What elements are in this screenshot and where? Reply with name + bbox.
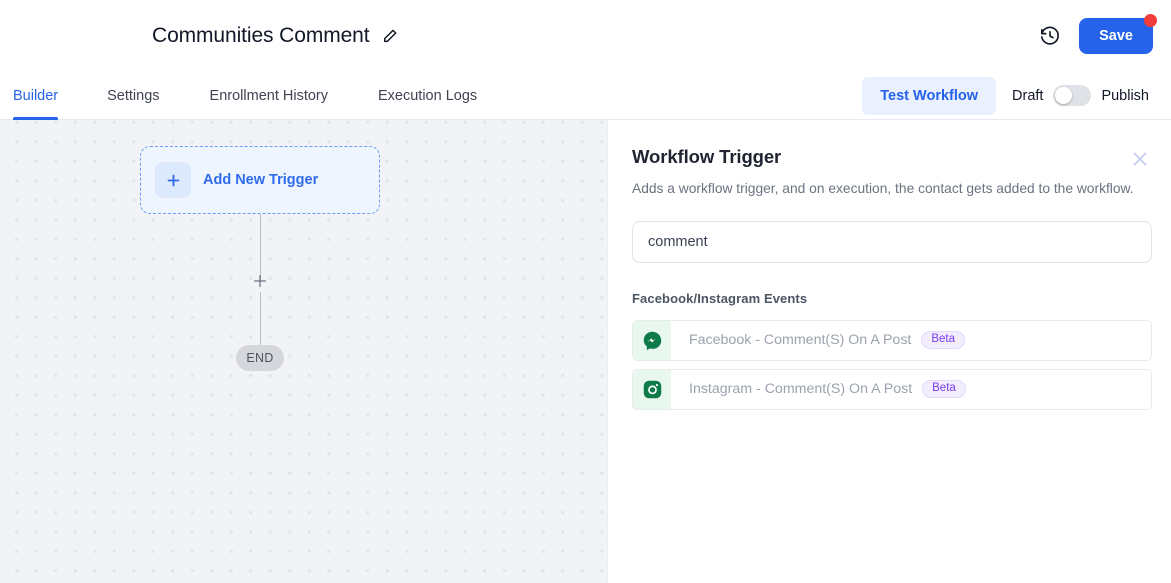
panel-header: Workflow Trigger: [632, 146, 1151, 170]
save-button[interactable]: Save: [1079, 18, 1153, 54]
clock-history-icon[interactable]: [1039, 25, 1061, 47]
event-group-title: Facebook/Instagram Events: [632, 290, 808, 306]
status-badge: Beta: [921, 330, 966, 350]
workflow-canvas[interactable]: Add New Trigger END: [0, 120, 608, 583]
add-step-plus-icon[interactable]: [252, 273, 268, 289]
event-list: Facebook - Comment(S) On A Post Beta Ins…: [632, 319, 1152, 410]
tab-builder-label: Builder: [13, 87, 59, 104]
tab-bar: Builder Settings Enrollment History Exec…: [0, 72, 1171, 120]
status-badge: Beta: [922, 379, 966, 399]
connector-line-top: [259, 214, 261, 282]
save-unsaved-badge: [1144, 14, 1157, 27]
list-item[interactable]: Facebook - Comment(S) On A Post Beta: [632, 319, 1152, 361]
messenger-icon: [633, 320, 671, 360]
publish-toggle[interactable]: [1053, 85, 1092, 106]
title-group: Communities Comment: [152, 24, 398, 48]
workflow-trigger-panel: Workflow Trigger Adds a workflow trigger…: [608, 120, 1171, 583]
tab-execution-logs-label: Execution Logs: [378, 87, 478, 104]
add-new-trigger-node[interactable]: Add New Trigger: [140, 146, 380, 214]
header-actions: Save: [1039, 14, 1171, 54]
instagram-icon: [633, 369, 671, 409]
tab-enrollment-history-label: Enrollment History: [209, 87, 328, 104]
panel-description: Adds a workflow trigger, and on executio…: [632, 181, 1134, 196]
page-title: Communities Comment: [152, 24, 370, 47]
list-item-label: Facebook - Comment(S) On A Post: [689, 332, 912, 349]
tab-settings-label: Settings: [107, 87, 160, 104]
workflow-builder-app: Communities Comment Save Builder Setting…: [0, 0, 1171, 583]
panel-title: Workflow Trigger: [632, 146, 782, 167]
main-body: Add New Trigger END Workflow Trigger Add…: [0, 120, 1171, 583]
top-header: Communities Comment Save: [0, 0, 1171, 72]
save-button-wrapper: Save: [1079, 14, 1157, 54]
close-icon[interactable]: [1129, 148, 1151, 170]
list-item[interactable]: Instagram - Comment(S) On A Post Beta: [632, 368, 1152, 410]
publish-label: Publish: [1101, 87, 1149, 104]
test-workflow-button[interactable]: Test Workflow: [862, 76, 997, 115]
trigger-search-input[interactable]: [632, 220, 1152, 263]
tab-settings[interactable]: Settings: [82, 72, 184, 119]
publish-toggle-group: Draft Publish: [1012, 85, 1149, 106]
end-node: END: [236, 345, 284, 371]
tab-list: Builder Settings Enrollment History Exec…: [0, 72, 502, 120]
toggle-knob: [1055, 87, 1073, 104]
tab-builder[interactable]: Builder: [13, 72, 82, 120]
list-item-label: Instagram - Comment(S) On A Post: [689, 381, 913, 398]
add-new-trigger-label: Add New Trigger: [203, 172, 319, 188]
tab-bar-actions: Test Workflow Draft Publish: [862, 76, 1171, 115]
plus-icon: [155, 162, 191, 198]
pencil-icon[interactable]: [382, 28, 398, 44]
tab-enrollment-history[interactable]: Enrollment History: [185, 72, 353, 119]
tab-execution-logs[interactable]: Execution Logs: [353, 72, 502, 119]
draft-label: Draft: [1012, 87, 1044, 104]
